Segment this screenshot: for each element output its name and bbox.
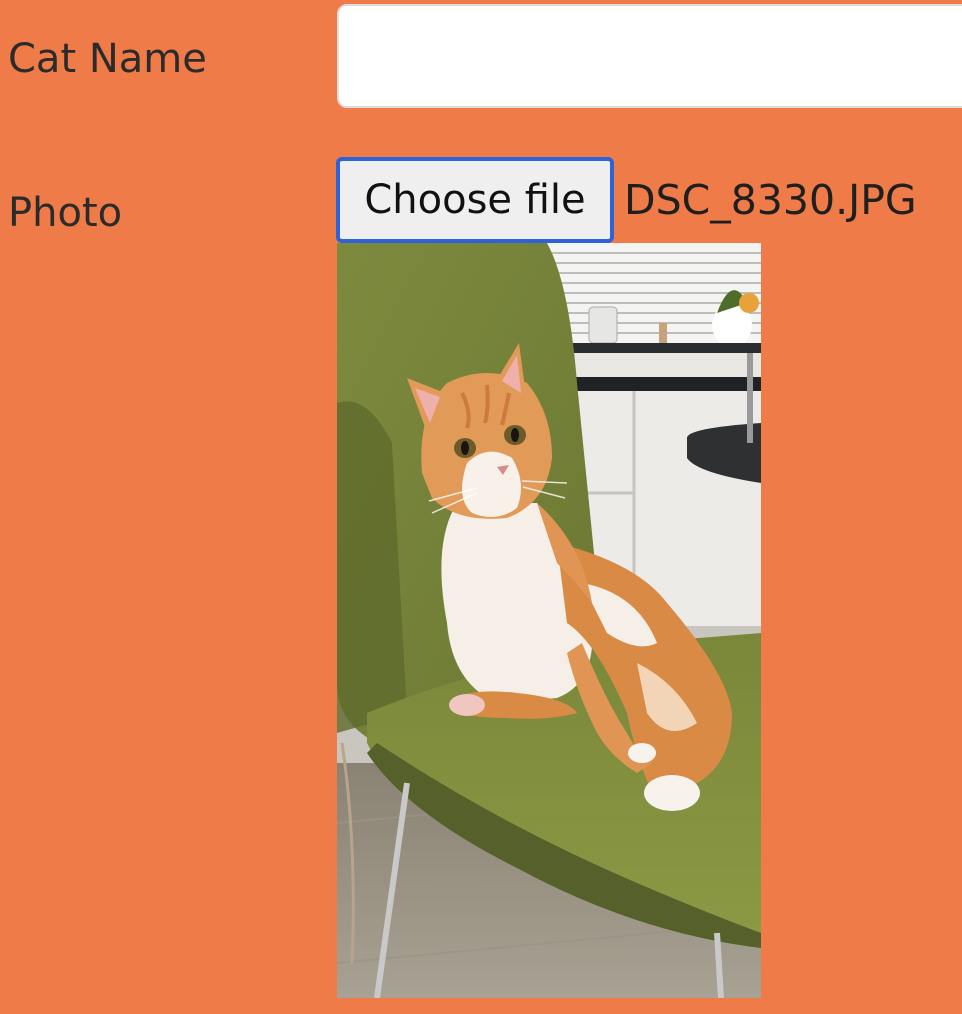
choose-file-button[interactable]: Choose file [336, 157, 614, 243]
cat-name-input[interactable] [337, 4, 962, 108]
photo-label: Photo [8, 190, 123, 236]
photo-preview [337, 243, 761, 998]
selected-file-name: DSC_8330.JPG [624, 176, 917, 224]
photo-file-input[interactable]: Choose file DSC_8330.JPG [336, 157, 917, 243]
cat-photo-image [337, 243, 761, 998]
cat-form: Cat Name Photo Choose file DSC_8330.JPG [0, 0, 962, 1014]
cat-name-label: Cat Name [8, 36, 207, 82]
